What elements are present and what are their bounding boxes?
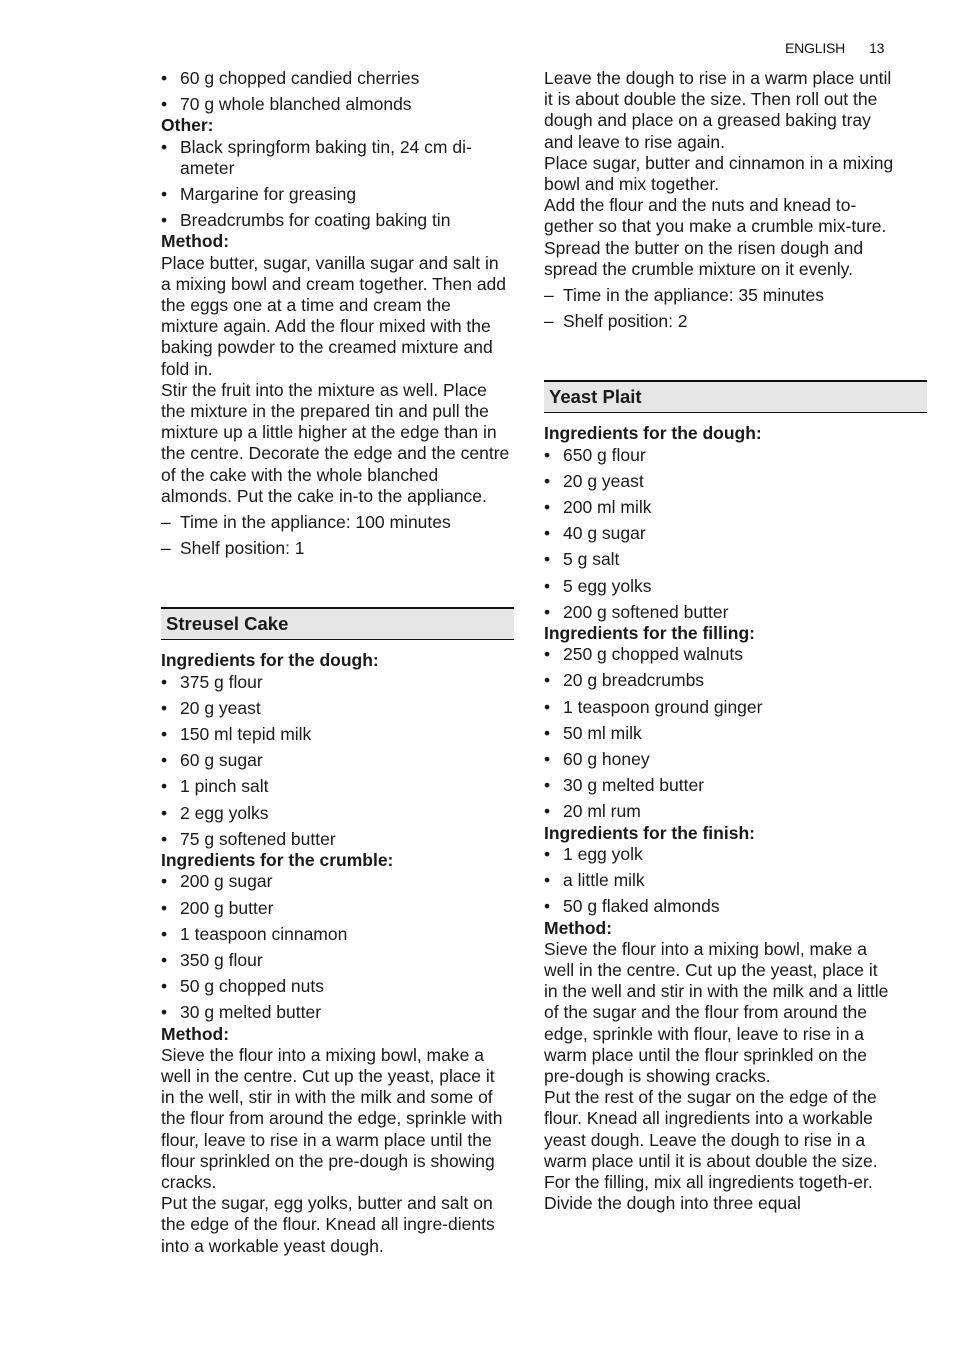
list-item: 40 g sugar — [544, 523, 896, 544]
list-item: 375 g flour — [161, 672, 513, 693]
list-item: 50 ml milk — [544, 723, 896, 744]
list-item: 75 g softened butter — [161, 829, 513, 850]
subheading-dough: Ingredients for the dough: — [161, 650, 379, 671]
list-item: 1 pinch salt — [161, 776, 513, 797]
section-title-yeast-plait: Yeast Plait — [544, 380, 927, 414]
list-item: 20 ml rum — [544, 801, 896, 822]
list-item: 1 egg yolk — [544, 844, 896, 865]
list-item: 60 g chopped candied cherries — [161, 68, 513, 89]
list-item: 1 teaspoon cinnamon — [161, 924, 513, 945]
method-paragraph: Sieve the flour into a mixing bowl, make… — [161, 1044, 503, 1192]
list-item: 60 g sugar — [161, 750, 513, 771]
method-paragraph: For the filling, mix all ingredients tog… — [544, 1171, 873, 1214]
subheading-crumble: Ingredients for the crumble: — [161, 850, 394, 871]
subheading-method: Method: — [544, 917, 613, 938]
method-paragraph: Put the rest of the sugar on the edge of… — [544, 1087, 878, 1171]
setting-shelf: Shelf position: 2 — [544, 311, 896, 332]
setting-time: Time in the appliance: 35 minutes — [544, 285, 896, 306]
method-paragraph: Leave the dough to rise in a warm place … — [544, 68, 892, 152]
settings-list: Time in the appliance: 35 minutes Shelf … — [544, 285, 896, 333]
list-item: Margarine for greasing — [161, 184, 513, 205]
list-item: Black springform baking tin, 24 cm di-am… — [161, 137, 513, 179]
list-item: 150 ml tepid milk — [161, 724, 513, 745]
subheading-dough: Ingredients for the dough: — [544, 423, 762, 444]
list-item: Breadcrumbs for coating baking tin — [161, 210, 513, 231]
other-list: Black springform baking tin, 24 cm di-am… — [161, 137, 513, 232]
list-item: 350 g flour — [161, 950, 513, 971]
list-item: 60 g honey — [544, 749, 896, 770]
finish-list: 1 egg yolk a little milk 50 g flaked alm… — [544, 844, 896, 918]
list-item: 20 g breadcrumbs — [544, 670, 896, 691]
list-item: 250 g chopped walnuts — [544, 644, 896, 665]
setting-time: Time in the appliance: 100 minutes — [161, 512, 513, 533]
subheading-filling: Ingredients for the filling: — [544, 623, 755, 644]
method-paragraph: Place butter, sugar, vanilla sugar and s… — [161, 252, 507, 379]
page-number: 13 — [869, 40, 885, 56]
list-item: 5 g salt — [544, 549, 896, 570]
list-item: 30 g melted butter — [544, 775, 896, 796]
list-item: 1 teaspoon ground ginger — [544, 697, 896, 718]
crumble-list: 200 g sugar 200 g butter 1 teaspoon cinn… — [161, 871, 513, 1023]
list-item: 650 g flour — [544, 445, 896, 466]
list-item: 200 g butter — [161, 898, 513, 919]
list-item: 20 g yeast — [161, 698, 513, 719]
method-paragraph: Place sugar, butter and cinnamon in a mi… — [544, 152, 894, 195]
list-item: 200 ml milk — [544, 497, 896, 518]
list-item: 30 g melted butter — [161, 1002, 513, 1023]
setting-shelf: Shelf position: 1 — [161, 538, 513, 559]
list-item: 50 g chopped nuts — [161, 976, 513, 997]
language-label: ENGLISH — [785, 40, 846, 56]
subheading-other: Other: — [161, 115, 214, 136]
ingredient-list: 60 g chopped candied cherries 70 g whole… — [161, 68, 513, 116]
dough-list: 375 g flour 20 g yeast 150 ml tepid milk… — [161, 672, 513, 851]
left-column: 60 g chopped candied cherries 70 g whole… — [161, 68, 514, 1257]
list-item: a little milk — [544, 870, 896, 891]
dough-list: 650 g flour 20 g yeast 200 ml milk 40 g … — [544, 445, 896, 624]
subheading-method: Method: — [161, 231, 230, 252]
page-header: ENGLISH 13 — [785, 40, 884, 56]
method-paragraph: Put the sugar, egg yolks, butter and sal… — [161, 1193, 495, 1256]
list-item: 200 g softened butter — [544, 602, 896, 623]
list-item: 5 egg yolks — [544, 576, 896, 597]
method-paragraph: Sieve the flour into a mixing bowl, make… — [544, 938, 889, 1086]
method-paragraph: Add the flour and the nuts and knead to-… — [544, 195, 887, 237]
list-item: 70 g whole blanched almonds — [161, 94, 513, 115]
list-item: 20 g yeast — [544, 471, 896, 492]
list-item: 50 g flaked almonds — [544, 896, 896, 917]
list-item: 2 egg yolks — [161, 803, 513, 824]
list-item: 200 g sugar — [161, 871, 513, 892]
subheading-method: Method: — [161, 1023, 230, 1044]
method-paragraph: Spread the butter on the risen dough and… — [544, 237, 864, 279]
right-column: Leave the dough to rise in a warm place … — [544, 68, 927, 1214]
subheading-finish: Ingredients for the finish: — [544, 822, 755, 843]
section-title-streusel-cake: Streusel Cake — [161, 607, 514, 641]
filling-list: 250 g chopped walnuts 20 g breadcrumbs 1… — [544, 644, 896, 823]
method-paragraph: Stir the fruit into the mixture as well.… — [161, 379, 510, 506]
settings-list: Time in the appliance: 100 minutes Shelf… — [161, 512, 513, 560]
